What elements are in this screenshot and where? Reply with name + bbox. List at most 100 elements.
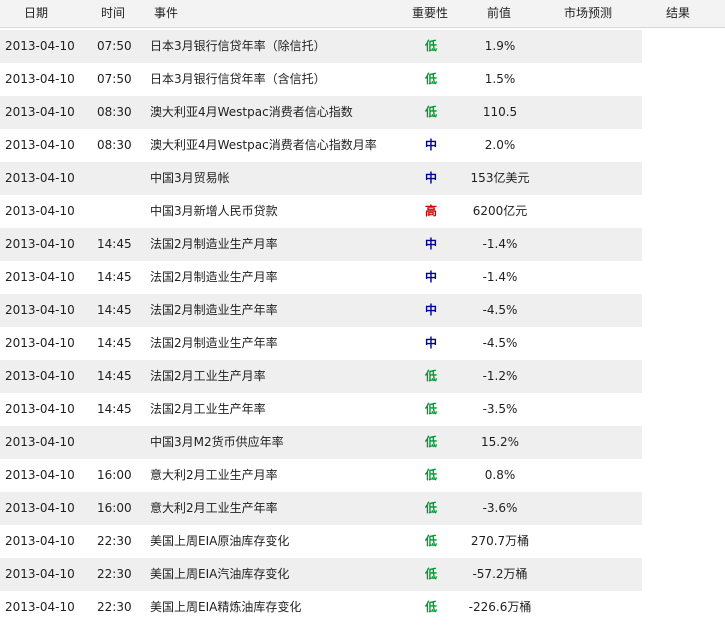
cell-time: 22:30 — [97, 534, 132, 548]
column-header-actual[interactable]: 结果 — [666, 0, 690, 27]
cell-forecast — [545, 129, 635, 162]
cell-previous: 2.0% — [484, 138, 516, 152]
cell-forecast — [545, 360, 635, 393]
cell-event: 意大利2月工业生产月率 — [150, 468, 278, 482]
cell-time: 22:30 — [97, 600, 132, 614]
table-row[interactable]: 2013-04-10 08:30 澳大利亚4月Westpac消费者信心指数月率中 2.… — [0, 129, 725, 162]
table-row[interactable]: 2013-04-10 16:00 意大利2月工业生产年率低 -3.6% — [0, 492, 725, 525]
cell-event: 美国上周EIA汽油库存变化 — [150, 567, 290, 581]
table-row[interactable]: 2013-04-10 14:45 法国2月制造业生产年率中 -4.5% — [0, 294, 725, 327]
cell-date: 2013-04-10 — [5, 105, 75, 119]
cell-forecast — [545, 96, 635, 129]
cell-event: 法国2月制造业生产年率 — [150, 336, 278, 350]
cell-forecast — [545, 228, 635, 261]
table-row[interactable]: 2013-04-10 14:45 法国2月制造业生产月率中 -1.4% — [0, 228, 725, 261]
cell-event: 美国上周EIA原油库存变化 — [150, 534, 290, 548]
cell-event: 意大利2月工业生产年率 — [150, 501, 278, 515]
cell-event: 法国2月制造业生产月率 — [150, 237, 278, 251]
table-row[interactable]: 2013-04-10 22:30 美国上周EIA汽油库存变化低 -57.2万桶 — [0, 558, 725, 591]
table-row[interactable]: 2013-04-10 22:30 美国上周EIA精炼油库存变化低 -226.6万桶 — [0, 591, 725, 624]
cell-previous: -1.4% — [482, 237, 518, 251]
cell-previous: -4.5% — [482, 336, 518, 350]
cell-date: 2013-04-10 — [5, 567, 75, 581]
cell-actual — [648, 195, 718, 228]
cell-forecast — [545, 63, 635, 96]
table-row[interactable]: 2013-04-10 中国3月贸易帐中 153亿美元 — [0, 162, 725, 195]
column-header-time[interactable]: 时间 — [101, 0, 125, 27]
cell-actual — [648, 261, 718, 294]
cell-event: 法国2月制造业生产年率 — [150, 303, 278, 317]
cell-actual — [648, 360, 718, 393]
cell-forecast — [545, 327, 635, 360]
cell-actual — [648, 591, 718, 624]
cell-previous: 110.5 — [482, 105, 518, 119]
cell-previous: 1.9% — [484, 39, 516, 53]
cell-time: 14:45 — [97, 369, 132, 383]
cell-forecast — [545, 426, 635, 459]
cell-date: 2013-04-10 — [5, 72, 75, 86]
cell-forecast — [545, 294, 635, 327]
cell-event: 澳大利亚4月Westpac消费者信心指数 — [150, 105, 353, 119]
cell-forecast — [545, 591, 635, 624]
column-header-forecast[interactable]: 市场预测 — [564, 0, 612, 27]
cell-previous: 0.8% — [484, 468, 516, 482]
table-row[interactable]: 2013-04-10 14:45 法国2月工业生产年率低 -3.5% — [0, 393, 725, 426]
cell-previous: 153亿美元 — [470, 171, 530, 185]
table-row[interactable]: 2013-04-10 14:45 法国2月工业生产月率低 -1.2% — [0, 360, 725, 393]
cell-previous: -3.6% — [482, 501, 518, 515]
cell-actual — [648, 525, 718, 558]
table-body: 2013-04-10 07:50 日本3月银行信贷年率（除信托）低 1.9% 2013-… — [0, 30, 725, 624]
column-header-previous[interactable]: 前值 — [487, 0, 511, 27]
cell-previous: 15.2% — [480, 435, 520, 449]
cell-actual — [648, 162, 718, 195]
table-row[interactable]: 2013-04-10 07:50 日本3月银行信贷年率（含信托）低 1.5% — [0, 63, 725, 96]
cell-date: 2013-04-10 — [5, 336, 75, 350]
table-row[interactable]: 2013-04-10 14:45 法国2月制造业生产月率中 -1.4% — [0, 261, 725, 294]
cell-time: 16:00 — [97, 501, 132, 515]
cell-time: 14:45 — [97, 402, 132, 416]
cell-forecast — [545, 492, 635, 525]
cell-forecast — [545, 162, 635, 195]
table-header: 日期 时间 事件 重要性 前值 市场预测 结果 — [0, 0, 725, 28]
cell-previous: -4.5% — [482, 303, 518, 317]
cell-time: 07:50 — [97, 72, 132, 86]
cell-event: 中国3月新增人民币贷款 — [150, 204, 278, 218]
cell-forecast — [545, 261, 635, 294]
cell-event: 中国3月M2货币供应年率 — [150, 435, 284, 449]
cell-forecast — [545, 393, 635, 426]
cell-time: 22:30 — [97, 567, 132, 581]
cell-previous: -3.5% — [482, 402, 518, 416]
cell-forecast — [545, 195, 635, 228]
cell-actual — [648, 426, 718, 459]
cell-time: 14:45 — [97, 336, 132, 350]
cell-actual — [648, 96, 718, 129]
table-row[interactable]: 2013-04-10 中国3月M2货币供应年率低 15.2% — [0, 426, 725, 459]
cell-actual — [648, 63, 718, 96]
cell-time: 14:45 — [97, 270, 132, 284]
column-header-event[interactable]: 事件 — [154, 0, 178, 27]
table-row[interactable]: 2013-04-10 22:30 美国上周EIA原油库存变化低 270.7万桶 — [0, 525, 725, 558]
cell-forecast — [545, 30, 635, 63]
table-row[interactable]: 2013-04-10 16:00 意大利2月工业生产月率低 0.8% — [0, 459, 725, 492]
cell-event: 澳大利亚4月Westpac消费者信心指数月率 — [150, 138, 377, 152]
cell-actual — [648, 228, 718, 261]
cell-time: 08:30 — [97, 105, 132, 119]
cell-previous: -1.2% — [482, 369, 518, 383]
cell-actual — [648, 393, 718, 426]
cell-actual — [648, 558, 718, 591]
cell-forecast — [545, 459, 635, 492]
table-row[interactable]: 2013-04-10 中国3月新增人民币贷款高 6200亿元 — [0, 195, 725, 228]
cell-date: 2013-04-10 — [5, 369, 75, 383]
table-row[interactable]: 2013-04-10 08:30 澳大利亚4月Westpac消费者信心指数低 110.… — [0, 96, 725, 129]
table-row[interactable]: 2013-04-10 14:45 法国2月制造业生产年率中 -4.5% — [0, 327, 725, 360]
cell-date: 2013-04-10 — [5, 171, 75, 185]
cell-date: 2013-04-10 — [5, 435, 75, 449]
cell-forecast — [545, 558, 635, 591]
cell-previous: 1.5% — [484, 72, 516, 86]
column-header-importance[interactable]: 重要性 — [412, 0, 448, 27]
cell-date: 2013-04-10 — [5, 237, 75, 251]
column-header-date[interactable]: 日期 — [24, 0, 48, 27]
table-row[interactable]: 2013-04-10 07:50 日本3月银行信贷年率（除信托）低 1.9% — [0, 30, 725, 63]
cell-previous: -226.6万桶 — [468, 600, 532, 614]
cell-date: 2013-04-10 — [5, 204, 75, 218]
